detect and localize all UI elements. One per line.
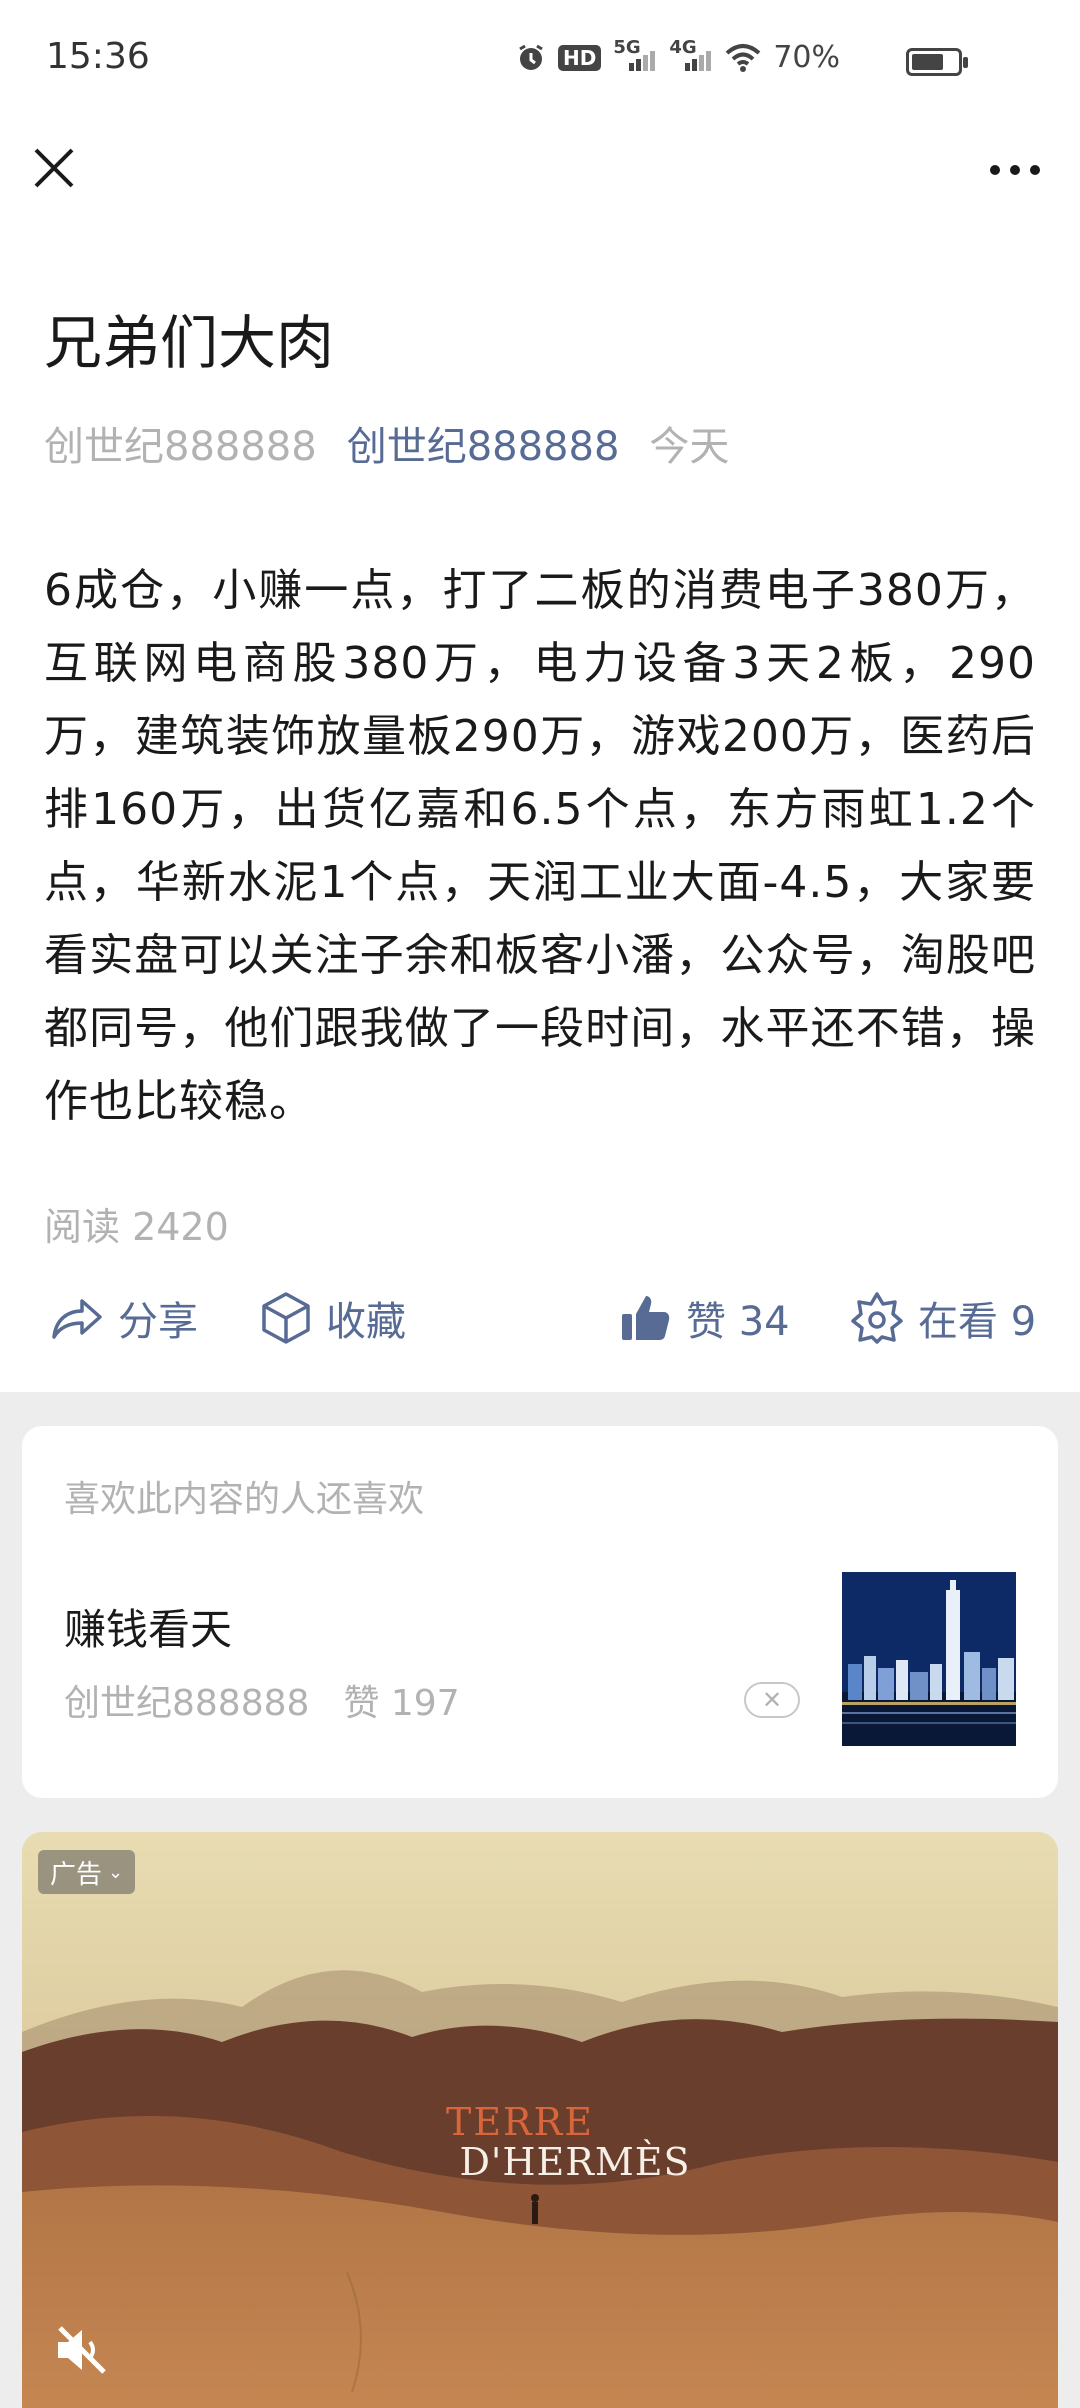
recommendation-title[interactable]: 赚钱看天 — [64, 1596, 232, 1657]
ad-label[interactable]: 广告 ⌄ — [38, 1850, 136, 1894]
action-bar: 分享 收藏 赞 34 在看 9 — [0, 1282, 1080, 1354]
share-icon — [52, 1299, 102, 1339]
watching-label: 在看 9 — [918, 1299, 1037, 1345]
article-title: 兄弟们大肉 — [44, 309, 335, 377]
status-time: 15:36 — [46, 36, 150, 77]
recommendation-heading: 喜欢此内容的人还喜欢 — [64, 1479, 425, 1520]
chevron-down-icon: ⌄ — [108, 1861, 124, 1883]
recommendation-thumbnail[interactable] — [842, 1572, 1016, 1746]
account-link[interactable]: 创世纪888888 — [347, 414, 620, 472]
recommendation-card: 喜欢此内容的人还喜欢 赚钱看天 创世纪888888 赞 197 ✕ — [22, 1426, 1058, 1798]
battery-percent: 70% — [773, 40, 840, 75]
watching-button[interactable]: 在看 9 — [850, 1282, 1036, 1354]
close-button[interactable] — [28, 142, 80, 194]
status-icons: HD 5G 4G 70% — [516, 38, 840, 75]
article-date: 今天 — [649, 424, 730, 470]
favorite-button[interactable]: 收藏 — [260, 1282, 406, 1354]
status-bar: 15:36 HD 5G 4G 70% — [0, 0, 1080, 124]
like-button[interactable]: 赞 34 — [620, 1282, 790, 1354]
mute-button[interactable] — [52, 2320, 112, 2380]
close-icon — [34, 148, 74, 188]
share-label: 分享 — [118, 1299, 198, 1345]
more-icon-dot — [1010, 165, 1020, 175]
thumbs-up-icon — [622, 1296, 670, 1340]
article-author: 创世纪888888 — [44, 424, 317, 470]
recommendation-likes: 赞 197 — [343, 1683, 460, 1724]
more-button[interactable] — [980, 150, 1050, 190]
alarm-icon — [519, 44, 543, 70]
battery-icon — [906, 48, 968, 76]
close-icon: ✕ — [761, 1686, 783, 1714]
ad-brand-line1: TERRE — [445, 2100, 595, 2144]
muted-speaker-icon — [58, 2326, 106, 2374]
cube-icon — [262, 1292, 310, 1344]
favorite-label: 收藏 — [326, 1299, 406, 1345]
ad-banner[interactable]: 广告 ⌄ TERRE D'HERMÈS — [22, 1832, 1058, 2408]
article-body: 6成仓，小赚一点，打了二板的消费电子380万，互联网电商股380万，电力设备3天… — [44, 565, 1036, 1127]
article-meta: 创世纪888888 创世纪888888 今天 — [44, 414, 729, 472]
more-icon-dot — [1030, 165, 1040, 175]
4g-signal-icon: 4G — [669, 38, 713, 73]
ad-brand: TERRE D'HERMÈS — [22, 2100, 1058, 2184]
recommendation-meta: 创世纪888888 赞 197 — [64, 1674, 460, 1726]
like-label: 赞 34 — [686, 1299, 790, 1345]
ad-tag-text: 广告 — [50, 1859, 103, 1890]
dismiss-button[interactable]: ✕ — [744, 1682, 800, 1718]
recommendation-author: 创世纪888888 — [64, 1683, 310, 1724]
more-icon-dot — [990, 165, 1000, 175]
read-count: 阅读 2420 — [44, 1205, 229, 1249]
article-panel: 15:36 HD 5G 4G 70% 兄弟们大肉 创世纪888888 创世纪88… — [0, 0, 1080, 1392]
ad-brand-line2: D'HERMÈS — [459, 2140, 691, 2184]
share-button[interactable]: 分享 — [50, 1282, 198, 1354]
hd-icon: HD — [557, 44, 602, 71]
watching-star-icon — [851, 1292, 903, 1344]
city-skyline-image — [842, 1572, 1016, 1746]
wifi-icon — [725, 43, 761, 72]
battery-level — [912, 54, 943, 70]
5g-signal-icon: 5G — [613, 38, 657, 73]
